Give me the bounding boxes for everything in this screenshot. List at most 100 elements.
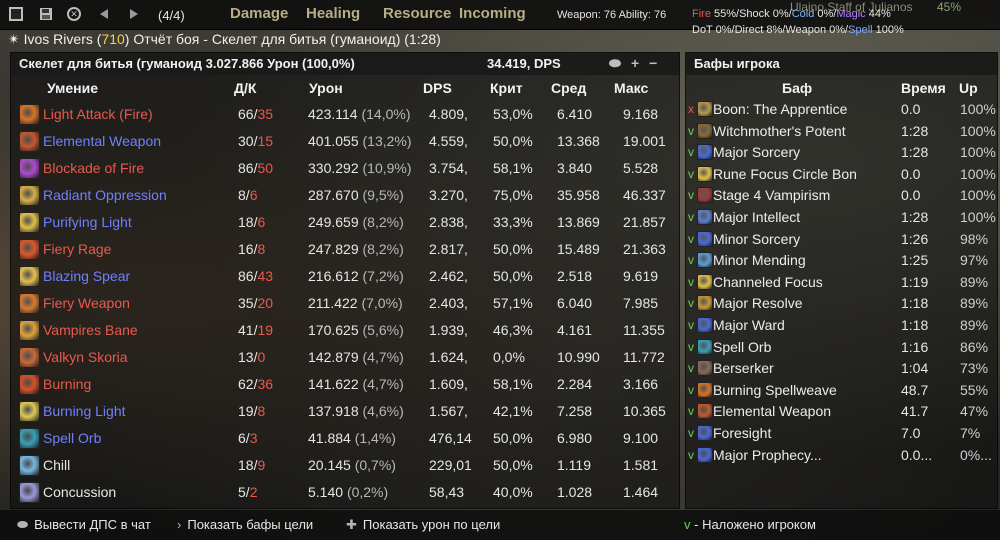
next-fight-icon[interactable] [124,5,144,23]
col-uptime[interactable]: Up [959,80,978,96]
tab-resource[interactable]: Resource [383,5,451,22]
buff-row[interactable]: v Major Sorcery 1:28 100% [686,142,997,164]
buff-name: Major Ward [713,316,785,333]
ability-row[interactable]: Valkyn Skoria 13/0 142.879 (4,7%) 1.624, 0,0… [11,344,679,371]
ability-icon [19,212,40,233]
damage-pct: (8,2%) [362,214,404,230]
tab-incoming[interactable]: Incoming [459,5,526,22]
buff-row[interactable]: v Elemental Weapon 41.7 47% [686,401,997,423]
col-buff[interactable]: Баф [782,80,812,96]
crits: 9 [257,457,266,473]
buff-row[interactable]: v Major Intellect 1:28 100% [686,207,997,229]
col-max[interactable]: Макс [614,80,648,96]
buff-row[interactable]: v Channeled Focus 1:19 89% [686,272,997,294]
buff-list: x Boon: The Apprentice 0.0 100% v Witchmother… [686,99,997,466]
buff-row[interactable]: v Rune Focus Circle Bon 0.0 100% [686,164,997,186]
buff-icon [697,165,713,182]
damage: 141.622 (4,7%) [308,376,404,392]
ability-row[interactable]: Radiant Oppression 8/6 287.670 (9,5%) 3.270… [11,182,679,209]
applied-mark: v [688,231,694,246]
buff-row[interactable]: v Berserker 1:04 73% [686,358,997,380]
col-dps[interactable]: DPS [423,80,452,96]
minus-icon[interactable]: − [649,55,657,71]
ability-row[interactable]: Elemental Weapon 30/15 401.055 (13,2%) 4.55… [11,128,679,155]
buff-row[interactable]: v Major Ward 1:18 89% [686,315,997,337]
target-summary: Скелет для битья (гуманоид 3.027.866 Уро… [19,56,355,71]
col-hits-crits[interactable]: Д/К [234,80,256,96]
tab-healing[interactable]: Healing [306,5,360,22]
crit-rate: 58,1% [493,376,533,392]
col-damage[interactable]: Урон [309,80,343,96]
ability-row[interactable]: Chill 18/9 20.145 (0,7%) 229,01 50,0% 1.119 1.… [11,452,679,479]
hits-crits: 66/35 [238,106,274,122]
buff-row[interactable]: v Spell Orb 1:16 86% [686,337,997,359]
show-target-damage-button[interactable]: ✚ Показать урон по цели [346,517,500,533]
post-dps-label: Вывести ДПС в чат [34,517,151,532]
buff-row[interactable]: v Major Resolve 1:18 89% [686,293,997,315]
buff-icon [697,273,713,290]
ability-icon [19,185,40,206]
damage-value: 330.292 [308,160,359,176]
prev-fight-icon[interactable] [94,5,114,23]
buff-name: Major Sorcery [713,144,801,161]
avg-hit: 13.368 [557,133,600,149]
dps: 229,01 [429,457,472,473]
hits: 30 [238,133,254,149]
ability-row[interactable]: Spell Orb 6/3 41.884 (1,4%) 476,14 50,0% 6.98… [11,425,679,452]
spell-value: 100% [872,24,904,36]
bullet-icon[interactable]: ⬬ [609,55,621,71]
buff-name: Rune Focus Circle Bon [713,165,857,182]
damage: 211.422 (7,0%) [308,295,403,311]
magic-label: Magic [836,8,866,20]
damage-pct: (7,0%) [361,295,403,311]
damage-value: 401.055 [308,133,359,149]
ability-icon [19,347,40,368]
damage-pct: (8,2%) [362,241,404,257]
post-dps-button[interactable]: ⬬ Вывести ДПС в чат [17,517,151,533]
buff-row[interactable]: v Stage 4 Vampirism 0.0 100% [686,185,997,207]
close-icon[interactable]: ✕ [64,5,84,23]
buff-uptime: 86% [960,338,989,355]
ability-row[interactable]: Blockade of Fire 86/50 330.292 (10,9%) 3.75… [11,155,679,182]
hits-crits: 5/2 [238,484,258,500]
ability-row[interactable]: Purifying Light 18/6 249.659 (8,2%) 2.838, 3… [11,209,679,236]
ability-name: Light Attack (Fire) [43,106,153,122]
col-avg[interactable]: Сред [551,80,586,96]
col-crit[interactable]: Крит [490,80,523,96]
buff-row[interactable]: v Minor Sorcery 1:26 98% [686,229,997,251]
buff-row[interactable]: v Minor Mending 1:25 97% [686,250,997,272]
max-hit: 3.166 [623,376,659,392]
dps: 1.939, [429,322,468,338]
damage-value: 423.114 [308,106,358,122]
buff-row[interactable]: x Boon: The Apprentice 0.0 100% [686,99,997,121]
buff-row[interactable]: v Foresight 7.0 7% [686,423,997,445]
col-ability[interactable]: Умение [47,80,98,96]
applied-mark: v [688,404,694,419]
hits: 62 [238,376,254,392]
buff-row[interactable]: v Major Prophecy... 0.0... 0%... [686,445,997,467]
save-icon[interactable] [36,5,56,23]
max-hit: 19.001 [623,133,666,149]
tab-damage[interactable]: Damage [230,5,288,22]
ability-icon [19,455,40,476]
buff-row[interactable]: v Witchmother's Potent 1:28 100% [686,121,997,143]
plus-icon[interactable]: + [631,55,639,71]
ability-row[interactable]: Light Attack (Fire) 66/35 423.114 (14,0%) 4… [11,101,679,128]
applied-mark: v [688,145,694,160]
col-time[interactable]: Время [901,80,946,96]
buff-name: Berserker [713,360,774,377]
ability-row[interactable]: Fiery Rage 16/8 247.829 (8,2%) 2.817, 50,0% 1… [11,236,679,263]
ability-row[interactable]: Concussion 5/2 5.140 (0,2%) 58,43 40,0% 1.028… [11,479,679,506]
window-square-icon[interactable] [6,5,26,23]
ability-icon [19,482,40,503]
ability-row[interactable]: Burning 62/36 141.622 (4,7%) 1.609, 58,1% 2.2… [11,371,679,398]
ability-row[interactable]: Fiery Weapon 35/20 211.422 (7,0%) 2.403, 57,… [11,290,679,317]
ability-row[interactable]: Blazing Spear 86/43 216.612 (7,2%) 2.462, 50… [11,263,679,290]
buff-uptime: 89% [960,273,989,290]
ability-row[interactable]: Vampires Bane 41/19 170.625 (5,6%) 1.939, 46… [11,317,679,344]
show-target-buffs-button[interactable]: › Показать бафы цели [177,517,313,532]
buff-icon [697,230,713,247]
buff-row[interactable]: v Burning Spellweave 48.7 55% [686,380,997,402]
crit-rate: 50,0% [493,241,533,257]
ability-row[interactable]: Burning Light 19/8 137.918 (4,6%) 1.567, 42,… [11,398,679,425]
